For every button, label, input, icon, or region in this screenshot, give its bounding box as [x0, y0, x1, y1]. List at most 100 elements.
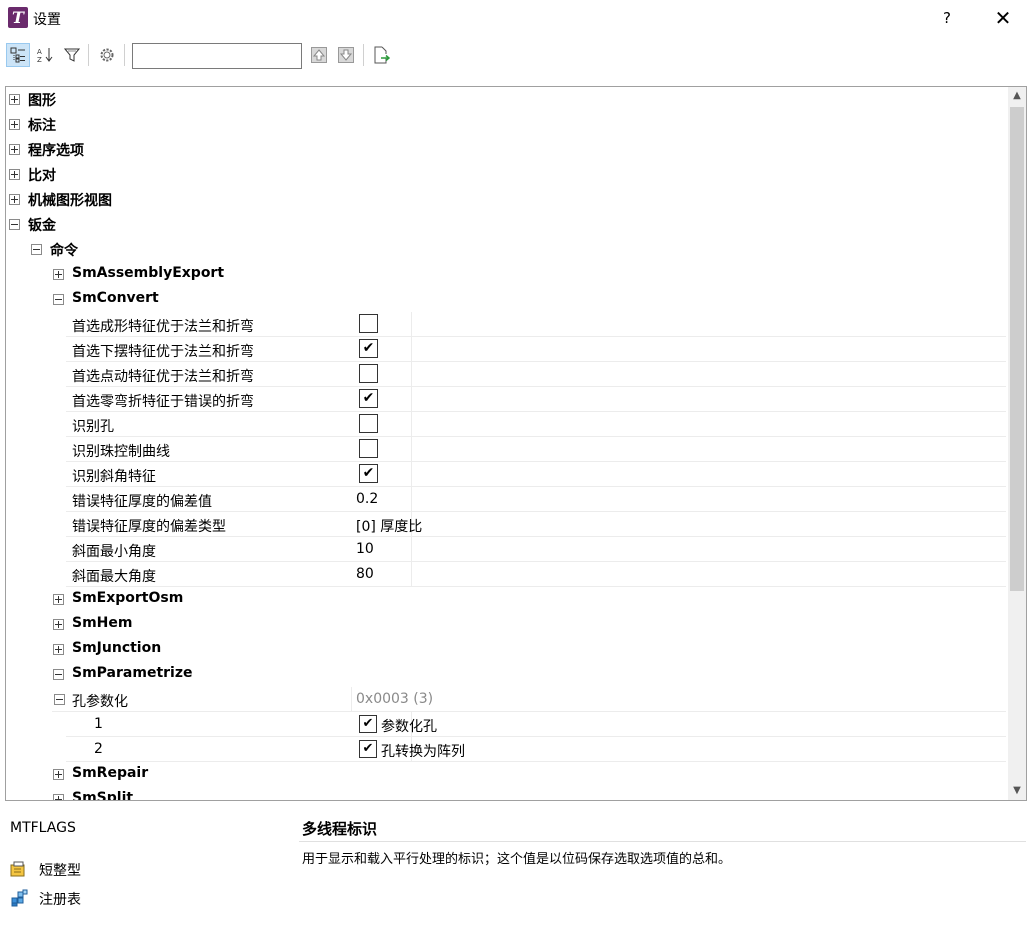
- help-button[interactable]: ?: [937, 6, 957, 30]
- property-name: 首选下摆特征优于法兰和折弯: [72, 344, 254, 360]
- checkbox-label: 孔转换为阵列: [381, 744, 465, 760]
- tree-node-smsplit[interactable]: SmSplit: [6, 787, 1006, 800]
- property-value[interactable]: [0] 厚度比: [356, 516, 422, 536]
- expand-icon[interactable]: [53, 794, 64, 800]
- tree-node-commands[interactable]: 命令: [6, 237, 1006, 262]
- property-subrow[interactable]: 2 ✔ 孔转换为阵列: [66, 737, 1006, 762]
- expand-icon[interactable]: [53, 619, 64, 630]
- property-name: 首选零弯折特征于错误的折弯: [72, 394, 254, 410]
- tree-node-dimension[interactable]: 标注: [6, 112, 1006, 137]
- tree-node-smhem[interactable]: SmHem: [6, 612, 1006, 637]
- tree-node-label: 标注: [28, 118, 56, 134]
- property-checkbox[interactable]: ✔: [359, 740, 377, 758]
- description-title: 多线程标识: [302, 820, 378, 838]
- expand-icon[interactable]: [53, 769, 64, 780]
- expand-icon[interactable]: [53, 594, 64, 605]
- property-checkbox[interactable]: [359, 439, 378, 458]
- expand-icon[interactable]: [53, 269, 64, 280]
- property-name: 识别珠控制曲线: [72, 444, 170, 460]
- move-up-button[interactable]: [307, 43, 331, 67]
- window-title: 设置: [33, 12, 61, 28]
- property-name: 孔参数化: [72, 694, 128, 710]
- column-divider: [411, 412, 412, 437]
- svg-text:A: A: [37, 48, 42, 56]
- arrow-up-icon: [311, 47, 327, 63]
- search-input[interactable]: [132, 43, 302, 69]
- vertical-scrollbar[interactable]: ▲ ▼: [1008, 87, 1026, 800]
- property-row[interactable]: 首选零弯折特征于错误的折弯 ✔: [66, 387, 1006, 412]
- property-checkbox[interactable]: ✔: [359, 339, 378, 358]
- scroll-up-icon[interactable]: ▲: [1008, 87, 1026, 105]
- scroll-down-icon[interactable]: ▼: [1008, 782, 1026, 800]
- description-divider: [299, 841, 1026, 842]
- property-checkbox[interactable]: [359, 314, 378, 333]
- alphabetical-view-button[interactable]: A Z: [33, 43, 57, 67]
- property-row[interactable]: 首选下摆特征优于法兰和折弯 ✔: [66, 337, 1006, 362]
- property-value[interactable]: 80: [356, 566, 374, 582]
- property-name: 首选点动特征优于法兰和折弯: [72, 369, 254, 385]
- expand-icon[interactable]: [53, 644, 64, 655]
- tree-node-mechanical-views[interactable]: 机械图形视图: [6, 187, 1006, 212]
- property-row[interactable]: 识别斜角特征 ✔: [66, 462, 1006, 487]
- tree-node-graphics[interactable]: 图形: [6, 87, 1006, 112]
- property-row[interactable]: 首选成形特征优于法兰和折弯: [66, 312, 1006, 337]
- tree-node-smassemblyexport[interactable]: SmAssemblyExport: [6, 262, 1006, 287]
- property-checkbox[interactable]: ✔: [359, 715, 377, 733]
- property-row[interactable]: 错误特征厚度的偏差值 0.2: [66, 487, 1006, 512]
- tree-node-program-options[interactable]: 程序选项: [6, 137, 1006, 162]
- tree-node-label: 钣金: [28, 218, 56, 234]
- column-divider: [411, 312, 412, 337]
- property-value[interactable]: 0.2: [356, 491, 378, 507]
- tree-node-smjunction[interactable]: SmJunction: [6, 637, 1006, 662]
- property-group-row[interactable]: 孔参数化 0x0003 (3): [52, 687, 1006, 712]
- export-button[interactable]: [369, 43, 393, 67]
- collapse-icon[interactable]: [53, 294, 64, 305]
- property-checkbox[interactable]: ✔: [359, 464, 378, 483]
- tree-node-smparametrize[interactable]: SmParametrize: [6, 662, 1006, 687]
- property-row[interactable]: 识别珠控制曲线: [66, 437, 1006, 462]
- move-down-button[interactable]: [334, 43, 358, 67]
- checkbox-label: 参数化孔: [381, 719, 437, 735]
- categorized-view-icon: [10, 47, 25, 63]
- property-row[interactable]: 斜面最大角度 80: [66, 562, 1006, 587]
- collapse-icon[interactable]: [53, 669, 64, 680]
- property-checkbox[interactable]: [359, 364, 378, 383]
- property-row[interactable]: 首选点动特征优于法兰和折弯: [66, 362, 1006, 387]
- collapse-icon[interactable]: [9, 219, 20, 230]
- tree-node-label: 比对: [28, 168, 56, 184]
- tree-node-smexportosm[interactable]: SmExportOsm: [6, 587, 1006, 612]
- tree-node-label: 图形: [28, 93, 56, 109]
- property-row[interactable]: 错误特征厚度的偏差类型 [0] 厚度比: [66, 512, 1006, 537]
- expand-icon[interactable]: [9, 169, 20, 180]
- property-name: 首选成形特征优于法兰和折弯: [72, 319, 254, 335]
- svg-text:Z: Z: [37, 56, 42, 64]
- property-row[interactable]: 斜面最小角度 10: [66, 537, 1006, 562]
- scrollbar-thumb[interactable]: [1010, 107, 1024, 591]
- tree-node-smrepair[interactable]: SmRepair: [6, 762, 1006, 787]
- collapse-icon[interactable]: [54, 694, 65, 705]
- close-button[interactable]: ✕: [990, 6, 1016, 30]
- expand-icon[interactable]: [9, 94, 20, 105]
- property-checkbox[interactable]: ✔: [359, 389, 378, 408]
- expand-icon[interactable]: [9, 144, 20, 155]
- property-row[interactable]: 识别孔: [66, 412, 1006, 437]
- property-name: 斜面最小角度: [72, 544, 156, 560]
- tree-node-label: SmAssemblyExport: [72, 265, 225, 281]
- toolbar: A Z: [0, 40, 1034, 72]
- tree-node-smconvert[interactable]: SmConvert: [6, 287, 1006, 312]
- property-subrow[interactable]: 1 ✔ 参数化孔: [66, 712, 1006, 737]
- filter-button[interactable]: [60, 43, 84, 67]
- property-value[interactable]: 10: [356, 541, 374, 557]
- expand-icon[interactable]: [9, 194, 20, 205]
- data-type-icon: [10, 861, 25, 877]
- tree-node-sheet-metal[interactable]: 钣金: [6, 212, 1006, 237]
- categorized-view-button[interactable]: [6, 43, 30, 67]
- registry-icon: [11, 889, 28, 907]
- collapse-icon[interactable]: [31, 244, 42, 255]
- settings-button[interactable]: [95, 43, 119, 67]
- tree-node-compare[interactable]: 比对: [6, 162, 1006, 187]
- settings-tree: 图形 标注 程序选项 比对 机械图形视图 钣金 命令 SmAssemblyExp…: [5, 86, 1027, 801]
- expand-icon[interactable]: [9, 119, 20, 130]
- tree-node-label: SmRepair: [72, 765, 149, 781]
- property-checkbox[interactable]: [359, 414, 378, 433]
